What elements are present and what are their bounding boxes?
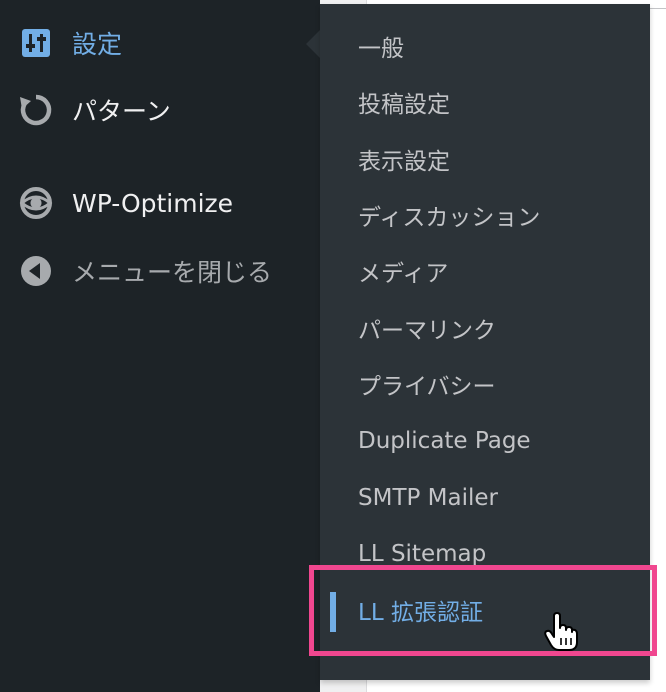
submenu-item-label: プライバシー	[358, 374, 496, 400]
submenu-item-label: 一般	[358, 36, 404, 62]
submenu-item-privacy[interactable]: プライバシー	[320, 356, 650, 412]
submenu-item-smtp-mailer[interactable]: SMTP Mailer	[320, 470, 650, 526]
menu-item-label: パターン	[72, 97, 171, 126]
collapse-menu-icon	[18, 253, 54, 289]
refresh-icon	[18, 92, 54, 128]
submenu-item-label: 投稿設定	[358, 92, 450, 118]
submenu-item-label: メディア	[358, 261, 449, 287]
submenu-item-discussion[interactable]: ディスカッション	[320, 187, 650, 243]
menu-item-patterns[interactable]: パターン	[0, 82, 320, 138]
submenu-item-label: 表示設定	[358, 149, 450, 175]
menu-item-label: 設定	[72, 30, 123, 59]
menu-item-wp-optimize[interactable]: WP-Optimize	[0, 175, 320, 231]
submenu-item-duplicate-page[interactable]: Duplicate Page	[320, 413, 650, 469]
submenu-item-media[interactable]: メディア	[320, 243, 650, 299]
menu-item-settings[interactable]: 設定	[0, 15, 320, 71]
menu-item-label: WP-Optimize	[72, 188, 234, 218]
submenu-item-reading[interactable]: 表示設定	[320, 131, 650, 187]
settings-sliders-icon	[18, 25, 54, 61]
submenu-pointer	[306, 30, 320, 58]
submenu-item-writing[interactable]: 投稿設定	[320, 74, 650, 130]
submenu-item-label: Duplicate Page	[358, 428, 531, 454]
wp-admin-screen: 設定 パターン WP-Optimize メニューを閉じる 一般 投稿設定 表示設…	[0, 0, 666, 692]
submenu-item-label: SMTP Mailer	[358, 485, 498, 511]
submenu-item-label: パーマリンク	[358, 318, 496, 344]
submenu-item-label: LL Sitemap	[358, 541, 487, 567]
submenu-item-label: ディスカッション	[358, 205, 541, 231]
submenu-item-permalinks[interactable]: パーマリンク	[320, 300, 650, 356]
submenu-item-general[interactable]: 一般	[320, 18, 650, 74]
hand-pointer-icon	[544, 612, 578, 652]
menu-item-label: メニューを閉じる	[72, 258, 273, 287]
wp-optimize-icon	[18, 185, 54, 221]
highlight-annotation-box	[309, 565, 657, 656]
admin-sidebar-menu: 設定 パターン WP-Optimize メニューを閉じる	[0, 0, 320, 692]
menu-item-collapse[interactable]: メニューを閉じる	[0, 243, 320, 299]
